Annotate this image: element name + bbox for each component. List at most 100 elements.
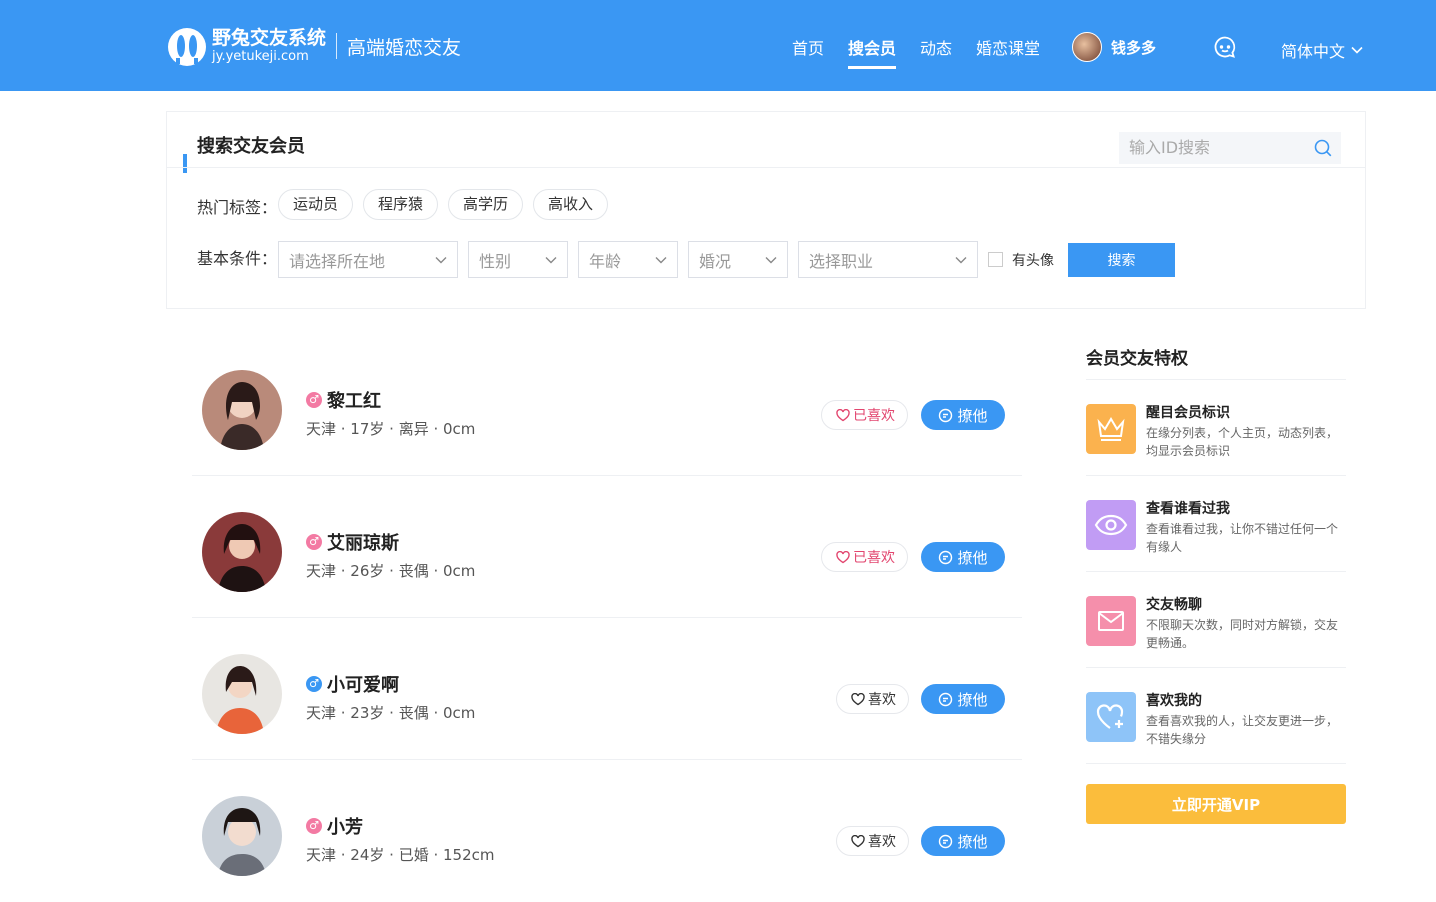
mail-icon xyxy=(1086,596,1136,646)
gender-select[interactable]: 性别 xyxy=(468,241,568,278)
member-name[interactable]: 小可爱啊 xyxy=(327,671,399,697)
vip-perks-sidebar: 会员交友特权 醒目会员标识 在缘分列表，个人主页，动态列表，均显示会员标识 查看… xyxy=(1086,340,1346,824)
chat-bubble-icon xyxy=(939,692,953,706)
chat-bubble-icon xyxy=(939,408,953,422)
hot-tags: 运动员 程序猿 高学历 高收入 xyxy=(278,189,618,220)
flirt-button[interactable]: 撩他 xyxy=(921,542,1005,572)
member-card: ♂ 小芳 天津 · 24岁 · 已婚 · 152cm 喜欢 撩他 xyxy=(192,760,1022,902)
member-card: ♂ 小可爱啊 天津 · 23岁 · 丧偶 · 0cm 喜欢 撩他 xyxy=(192,618,1022,760)
member-list: ♂ 黎工红 天津 · 17岁 · 离异 · 0cm 已喜欢 撩他 ♂ 艾丽琼斯 … xyxy=(192,334,1022,902)
chevron-down-icon xyxy=(765,256,777,263)
tag-high-education[interactable]: 高学历 xyxy=(448,189,524,220)
chevron-down-icon xyxy=(1351,46,1363,54)
id-search-input[interactable] xyxy=(1129,138,1309,157)
member-avatar[interactable] xyxy=(202,654,282,734)
perk-desc: 不限聊天次数，同时对方解锁，交友更畅通。 xyxy=(1146,618,1339,650)
tag-high-income[interactable]: 高收入 xyxy=(533,189,609,220)
liked-button[interactable]: 已喜欢 xyxy=(821,400,908,430)
heart-icon xyxy=(851,834,865,847)
flirt-label: 撩他 xyxy=(957,548,988,567)
perk-title: 查看谁看过我 xyxy=(1146,501,1230,517)
open-vip-button[interactable]: 立即开通VIP xyxy=(1086,784,1346,824)
language-label: 简体中文 xyxy=(1281,42,1346,61)
flirt-label: 撩他 xyxy=(957,406,988,425)
heart-icon xyxy=(851,692,865,705)
nav-search-members[interactable]: 搜会员 xyxy=(848,35,897,69)
female-gender-icon: ♂ xyxy=(306,392,322,408)
perk-item: 喜欢我的 查看喜欢我的人，让交友更进一步，不错失缘分 xyxy=(1086,668,1346,764)
language-selector[interactable]: 简体中文 xyxy=(1281,38,1363,62)
age-select[interactable]: 年龄 xyxy=(578,241,678,278)
has-avatar-label: 有头像 xyxy=(1012,252,1054,269)
flirt-button[interactable]: 撩他 xyxy=(921,826,1005,856)
search-icon[interactable] xyxy=(1313,138,1333,158)
user-menu[interactable]: 钱多多 xyxy=(1072,32,1156,62)
avatar xyxy=(1072,32,1102,62)
tag-athlete[interactable]: 运动员 xyxy=(278,189,354,220)
flirt-button[interactable]: 撩他 xyxy=(921,400,1005,430)
perk-item: 查看谁看过我 查看谁看过我，让你不错过任何一个有缘人 xyxy=(1086,476,1346,572)
sidebar-title: 会员交友特权 xyxy=(1086,340,1346,380)
member-avatar[interactable] xyxy=(202,512,282,592)
liked-button[interactable]: 已喜欢 xyxy=(821,542,908,572)
crown-icon xyxy=(1086,404,1136,454)
logo[interactable]: 野兔交友系统 jy.yetukeji.com 高端婚恋交友 xyxy=(166,26,461,66)
member-name[interactable]: 小芳 xyxy=(327,813,363,839)
marital-select-value: 婚况 xyxy=(699,251,732,271)
divider xyxy=(167,167,1365,168)
nav-home[interactable]: 首页 xyxy=(792,35,824,69)
member-info: 天津 · 26岁 · 丧偶 · 0cm xyxy=(306,562,476,580)
member-name[interactable]: 黎工红 xyxy=(327,387,381,413)
has-avatar-checkbox[interactable] xyxy=(988,252,1003,267)
member-avatar[interactable] xyxy=(202,796,282,876)
location-select-value: 请选择所在地 xyxy=(289,251,386,271)
member-avatar[interactable] xyxy=(202,370,282,450)
marital-select[interactable]: 婚况 xyxy=(688,241,788,278)
chevron-down-icon xyxy=(545,256,557,263)
female-gender-icon: ♂ xyxy=(306,534,322,550)
heart-icon xyxy=(836,550,850,563)
flirt-label: 撩他 xyxy=(957,832,988,851)
gender-select-value: 性别 xyxy=(479,251,512,271)
title-accent-bar xyxy=(183,154,187,173)
age-select-value: 年龄 xyxy=(589,251,622,271)
female-gender-icon: ♂ xyxy=(306,818,322,834)
rabbit-logo-icon xyxy=(166,26,208,66)
job-select-value: 选择职业 xyxy=(809,251,874,271)
member-info: 天津 · 17岁 · 离异 · 0cm xyxy=(306,420,476,438)
chat-bubble-icon xyxy=(939,834,953,848)
member-info: 天津 · 24岁 · 已婚 · 152cm xyxy=(306,846,495,864)
id-search-box xyxy=(1119,132,1341,164)
eye-icon xyxy=(1086,500,1136,550)
location-select[interactable]: 请选择所在地 xyxy=(278,241,458,278)
top-header: 野兔交友系统 jy.yetukeji.com 高端婚恋交友 首页 搜会员 动态 … xyxy=(0,0,1436,91)
like-label: 已喜欢 xyxy=(853,408,895,424)
main-nav: 首页 搜会员 动态 婚恋课堂 xyxy=(792,35,1064,69)
member-card: ♂ 艾丽琼斯 天津 · 26岁 · 丧偶 · 0cm 已喜欢 撩他 xyxy=(192,476,1022,618)
chevron-down-icon xyxy=(655,256,667,263)
chat-icon[interactable] xyxy=(1213,35,1237,59)
member-card: ♂ 黎工红 天津 · 17岁 · 离异 · 0cm 已喜欢 撩他 xyxy=(192,334,1022,476)
search-panel: 搜索交友会员 热门标签： 运动员 程序猿 高学历 高收入 基本条件： 请选择所在… xyxy=(166,111,1366,309)
member-name[interactable]: 艾丽琼斯 xyxy=(327,529,399,555)
perk-desc: 在缘分列表，个人主页，动态列表，均显示会员标识 xyxy=(1146,426,1339,458)
perk-title: 喜欢我的 xyxy=(1146,693,1202,709)
heart-icon xyxy=(836,408,850,421)
perk-item: 醒目会员标识 在缘分列表，个人主页，动态列表，均显示会员标识 xyxy=(1086,380,1346,476)
nav-dating-class[interactable]: 婚恋课堂 xyxy=(976,35,1040,69)
like-button[interactable]: 喜欢 xyxy=(836,826,909,856)
logo-slogan: 高端婚恋交友 xyxy=(347,36,462,59)
like-label: 已喜欢 xyxy=(853,550,895,566)
tag-programmer[interactable]: 程序猿 xyxy=(363,189,439,220)
perk-item: 交友畅聊 不限聊天次数，同时对方解锁，交友更畅通。 xyxy=(1086,572,1346,668)
job-select[interactable]: 选择职业 xyxy=(798,241,978,278)
nav-moments[interactable]: 动态 xyxy=(920,35,952,69)
like-button[interactable]: 喜欢 xyxy=(836,684,909,714)
flirt-button[interactable]: 撩他 xyxy=(921,684,1005,714)
search-button[interactable]: 搜索 xyxy=(1068,242,1175,277)
male-gender-icon: ♂ xyxy=(306,676,322,692)
hot-tags-label: 热门标签： xyxy=(197,198,278,217)
perk-desc: 查看谁看过我，让你不错过任何一个有缘人 xyxy=(1146,522,1339,554)
chevron-down-icon xyxy=(955,256,967,263)
user-name: 钱多多 xyxy=(1111,38,1157,57)
